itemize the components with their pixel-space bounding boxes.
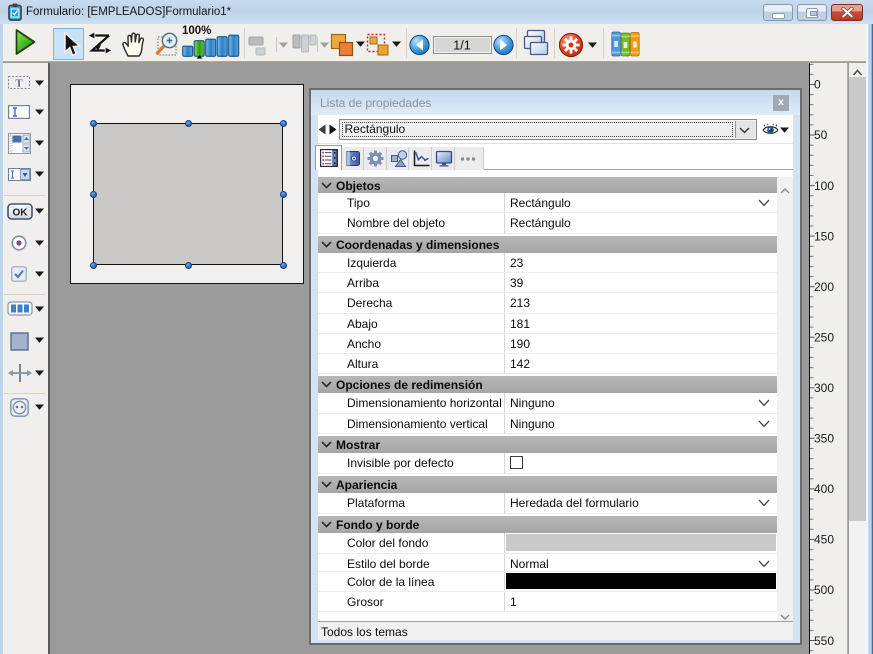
svg-text:T: T [15,78,23,90]
svg-text:400: 400 [814,482,834,496]
svg-text:100: 100 [814,179,834,193]
svg-text:50: 50 [814,128,828,142]
svg-text:500: 500 [814,583,834,597]
svg-text:200: 200 [814,280,834,294]
svg-text:1/1: 1/1 [453,39,470,53]
svg-text:250: 250 [814,330,834,344]
svg-text:0: 0 [814,78,821,92]
svg-text:350: 350 [814,432,834,446]
svg-text:550: 550 [814,634,834,648]
svg-text:OK: OK [13,208,29,219]
svg-text:450: 450 [814,533,834,547]
svg-text:150: 150 [814,229,834,243]
svg-text:300: 300 [814,381,834,395]
